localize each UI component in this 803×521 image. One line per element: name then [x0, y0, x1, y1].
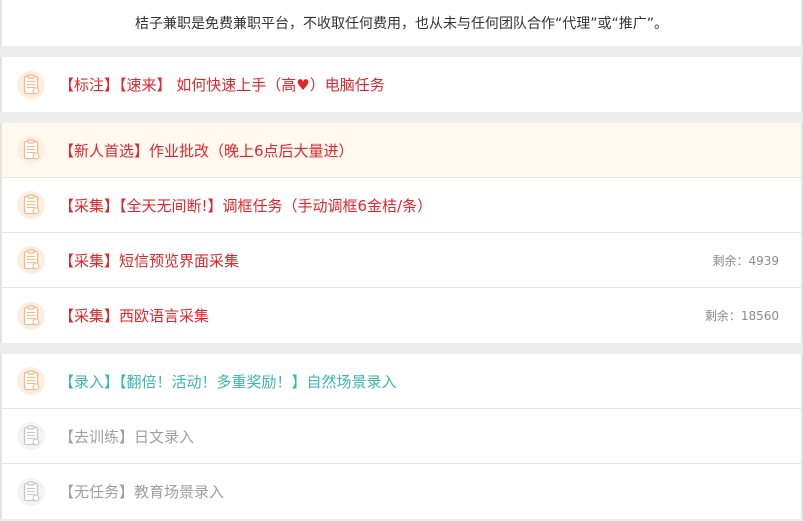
task-title: 【录入】【翻倍！活动！多重奖励！】自然场景录入 [59, 372, 397, 391]
task-title: 【新人首选】作业批改（晚上6点后大量进） [59, 141, 354, 160]
task-list-page: 桔子兼职是免费兼职平台，不收取任何费用，也从未与任何团队合作“代理”或“推广”。… [0, 0, 803, 521]
task-remaining: 剩余：4939 [712, 253, 779, 268]
task-row[interactable]: 【标注】【速来】 如何快速上手（高♥）电脑任务 [2, 57, 801, 112]
platform-notice: 桔子兼职是免费兼职平台，不收取任何费用，也从未与任何团队合作“代理”或“推广”。 [0, 0, 803, 46]
task-row[interactable]: 【新人首选】作业批改（晚上6点后大量进） [2, 123, 801, 178]
task-row[interactable]: 【采集】西欧语言采集 剩余：18560 [2, 288, 801, 343]
clipboard-icon [16, 70, 46, 100]
notice-text: 桔子兼职是免费兼职平台，不收取任何费用，也从未与任何团队合作“代理”或“推广”。 [134, 16, 668, 32]
task-title: 【标注】【速来】 如何快速上手（高♥）电脑任务 [59, 76, 385, 94]
task-group-entry: 【录入】【翻倍！活动！多重奖励！】自然场景录入 【去训练】日文录入 【无任务】教… [0, 354, 803, 519]
task-group-collection: 【新人首选】作业批改（晚上6点后大量进） 【采集】【全天无间断!】调框任务（手动… [0, 123, 803, 343]
task-remaining: 剩余：18560 [704, 309, 779, 323]
clipboard-icon [16, 477, 46, 507]
task-title: 【采集】【全天无间断!】调框任务（手动调框6金桔/条） [59, 196, 433, 215]
task-row[interactable]: 【无任务】教育场景录入 [2, 464, 801, 519]
clipboard-icon [16, 301, 46, 331]
clipboard-icon [16, 245, 46, 275]
task-row[interactable]: 【采集】短信预览界面采集 剩余：4939 [2, 233, 801, 288]
task-row[interactable]: 【录入】【翻倍！活动！多重奖励！】自然场景录入 [2, 354, 801, 409]
task-group-featured: 【标注】【速来】 如何快速上手（高♥）电脑任务 [0, 57, 803, 112]
task-title: 【采集】西欧语言采集 [59, 307, 210, 325]
clipboard-icon [16, 190, 46, 220]
clipboard-icon [16, 366, 46, 396]
task-title: 【无任务】教育场景录入 [59, 483, 225, 501]
task-title: 【采集】短信预览界面采集 [59, 251, 240, 270]
clipboard-icon [16, 421, 46, 451]
task-row[interactable]: 【采集】【全天无间断!】调框任务（手动调框6金桔/条） [2, 178, 801, 233]
task-row[interactable]: 【去训练】日文录入 [2, 409, 801, 464]
clipboard-icon [16, 135, 46, 165]
task-title: 【去训练】日文录入 [59, 427, 195, 446]
